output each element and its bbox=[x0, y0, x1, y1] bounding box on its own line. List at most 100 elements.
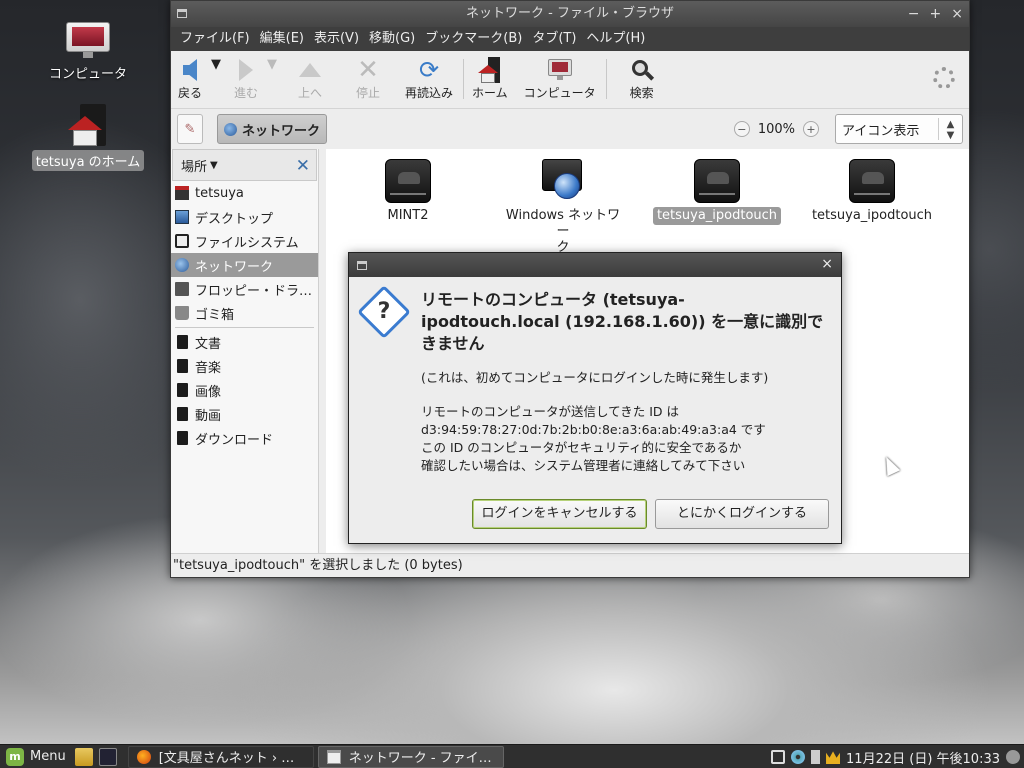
folder-icon bbox=[177, 359, 188, 373]
start-menu-button[interactable]: m Menu bbox=[0, 747, 72, 766]
menu-bookmarks[interactable]: ブックマーク(B) bbox=[420, 27, 527, 51]
network-drive-icon bbox=[385, 159, 431, 203]
file-manager-launcher-icon[interactable] bbox=[74, 747, 93, 766]
file-item[interactable]: Windows ネットワーク bbox=[498, 159, 628, 257]
stop-icon: ✕ bbox=[357, 55, 379, 85]
computer-icon bbox=[66, 22, 110, 60]
minimize-button[interactable]: − bbox=[908, 6, 920, 22]
sidebar-item-downloads[interactable]: ダウンロード bbox=[171, 426, 318, 450]
sidebar-item-documents[interactable]: 文書 bbox=[171, 330, 318, 354]
trash-icon bbox=[175, 306, 189, 320]
dialog-close-button[interactable]: × bbox=[821, 256, 833, 272]
sidebar-item-floppy[interactable]: フロッピー・ドラ… bbox=[171, 277, 318, 301]
sidebar-item-desktop[interactable]: デスクトップ bbox=[171, 205, 318, 229]
desktop-icon-computer[interactable]: コンピュータ bbox=[28, 22, 148, 83]
up-button[interactable]: 上へ bbox=[295, 57, 325, 101]
sidebar-item-videos[interactable]: 動画 bbox=[171, 402, 318, 426]
folder-icon bbox=[177, 383, 188, 397]
floppy-icon bbox=[175, 282, 189, 296]
sidebar-header[interactable]: 場所 ▼ ✕ bbox=[172, 149, 317, 181]
search-button[interactable]: 検索 bbox=[627, 57, 657, 101]
maximize-button[interactable]: + bbox=[930, 6, 942, 22]
close-button[interactable]: × bbox=[951, 6, 963, 22]
status-bar: "tetsuya_ipodtouch" を選択しました (0 bytes) bbox=[171, 553, 969, 577]
sidebar-item-label: tetsuya bbox=[195, 185, 244, 201]
start-menu-label: Menu bbox=[30, 749, 66, 764]
sidebar-item-network[interactable]: ネットワーク bbox=[171, 253, 318, 277]
menu-view[interactable]: 表示(V) bbox=[309, 27, 364, 51]
sidebar-item-label: ネットワーク bbox=[195, 259, 274, 275]
firefox-icon bbox=[136, 749, 151, 764]
desktop-icon-home[interactable]: tetsuya のホーム bbox=[28, 104, 148, 171]
dialog-body-line1: リモートのコンピュータが送信してきた ID は bbox=[421, 404, 680, 419]
dialog-titlebar[interactable]: × bbox=[349, 253, 841, 277]
disc-icon[interactable] bbox=[791, 750, 806, 764]
edit-location-button[interactable]: ✎ bbox=[177, 114, 203, 144]
forward-history-dropdown-icon[interactable]: ▼ bbox=[267, 57, 277, 72]
taskbar-item-file-browser[interactable]: ネットワーク - ファイ… bbox=[317, 745, 504, 768]
desktop-icon-label: tetsuya のホーム bbox=[31, 150, 145, 171]
sidebar-item-filesystem[interactable]: ファイルシステム bbox=[171, 229, 318, 253]
clipboard-icon[interactable] bbox=[811, 750, 821, 764]
back-label: 戻る bbox=[177, 86, 202, 100]
sidebar-item-music[interactable]: 音楽 bbox=[171, 354, 318, 378]
windows-network-icon bbox=[540, 159, 586, 203]
menu-tabs[interactable]: タブ(T) bbox=[527, 27, 581, 51]
sidebar-item-home[interactable]: tetsuya bbox=[171, 181, 318, 205]
home-button[interactable]: ホーム bbox=[472, 57, 508, 101]
sidebar-separator bbox=[175, 327, 314, 328]
dialog-heading-line2: ipodtouch.local (192.168.1.60)) を一意に識別で bbox=[421, 312, 824, 331]
taskbar-panel: m Menu [文具屋さんネット › … ネットワーク - ファイ… 11月22… bbox=[0, 744, 1024, 768]
reload-button[interactable]: ⟳ 再読込み bbox=[405, 57, 453, 101]
login-anyway-button[interactable]: とにかくログインする bbox=[655, 499, 829, 529]
taskbar-item-label: [文具屋さんネット › … bbox=[158, 751, 295, 766]
sidebar-item-label: ゴミ箱 bbox=[195, 307, 235, 323]
back-history-dropdown-icon[interactable]: ▼ bbox=[211, 57, 221, 72]
search-label: 検索 bbox=[629, 86, 654, 100]
folder-icon bbox=[177, 431, 188, 445]
toolbar: 戻る ▼ 進む ▼ 上へ ✕ 停止 ⟳ 再読込み ホーム コンピュータ 検索 bbox=[171, 51, 969, 109]
taskbar-item-firefox[interactable]: [文具屋さんネット › … bbox=[127, 745, 314, 768]
stop-label: 停止 bbox=[355, 86, 380, 100]
sidebar-item-label: 文書 bbox=[195, 336, 222, 352]
home-folder-icon bbox=[66, 104, 110, 148]
network-status-icon[interactable] bbox=[1006, 750, 1020, 764]
crown-icon[interactable] bbox=[826, 751, 841, 764]
view-mode-select[interactable]: アイコン表示 ▲ ▼ bbox=[835, 114, 963, 144]
menu-go[interactable]: 移動(G) bbox=[364, 27, 420, 51]
file-item-selected[interactable]: tetsuya_ipodtouch bbox=[652, 159, 782, 225]
view-mode-value: アイコン表示 bbox=[842, 123, 920, 139]
clock[interactable]: 11月22日 (日) 午後10:33 bbox=[846, 748, 1000, 767]
path-button-network[interactable]: ネットワーク bbox=[217, 114, 328, 144]
back-button[interactable]: 戻る bbox=[175, 57, 205, 101]
file-item[interactable]: MINT2 bbox=[343, 159, 473, 225]
toolbar-separator bbox=[463, 59, 465, 99]
window-titlebar[interactable]: ネットワーク - ファイル・ブラウザ − + × bbox=[171, 1, 969, 27]
sidebar-header-label: 場所 bbox=[181, 159, 208, 175]
file-item-label: Windows ネットワーク bbox=[498, 207, 628, 257]
zoom-in-button[interactable]: + bbox=[803, 121, 819, 137]
unknown-host-dialog: × ? リモートのコンピュータ (tetsuya- ipodtouch.loca… bbox=[348, 252, 842, 544]
computer-button[interactable]: コンピュータ bbox=[524, 57, 596, 101]
file-item[interactable]: tetsuya_ipodtouch bbox=[807, 159, 937, 225]
menu-edit[interactable]: 編集(E) bbox=[255, 27, 309, 51]
menu-file[interactable]: ファイル(F) bbox=[175, 27, 255, 51]
toolbar-separator bbox=[605, 59, 607, 99]
sidebar-item-label: 動画 bbox=[195, 408, 222, 424]
dialog-body: リモートのコンピュータが送信してきた ID は d3:94:59:78:27:0… bbox=[421, 403, 766, 475]
sidebar-item-trash[interactable]: ゴミ箱 bbox=[171, 301, 318, 325]
sidebar-item-pictures[interactable]: 画像 bbox=[171, 378, 318, 402]
sidebar-close-icon[interactable]: ✕ bbox=[296, 156, 310, 176]
terminal-launcher-icon[interactable] bbox=[98, 747, 117, 766]
lock-icon[interactable] bbox=[771, 750, 786, 764]
forward-button[interactable]: 進む bbox=[231, 57, 261, 101]
stop-button[interactable]: ✕ 停止 bbox=[353, 57, 383, 101]
menu-help[interactable]: ヘルプ(H) bbox=[581, 27, 650, 51]
pencil-icon: ✎ bbox=[184, 121, 196, 137]
zoom-out-button[interactable]: − bbox=[733, 121, 750, 137]
sidebar-item-label: 音楽 bbox=[195, 360, 222, 376]
cancel-login-button[interactable]: ログインをキャンセルする bbox=[472, 499, 647, 529]
window-icon bbox=[357, 261, 367, 270]
computer-label: コンピュータ bbox=[523, 86, 596, 100]
home-folder-icon bbox=[175, 186, 189, 200]
